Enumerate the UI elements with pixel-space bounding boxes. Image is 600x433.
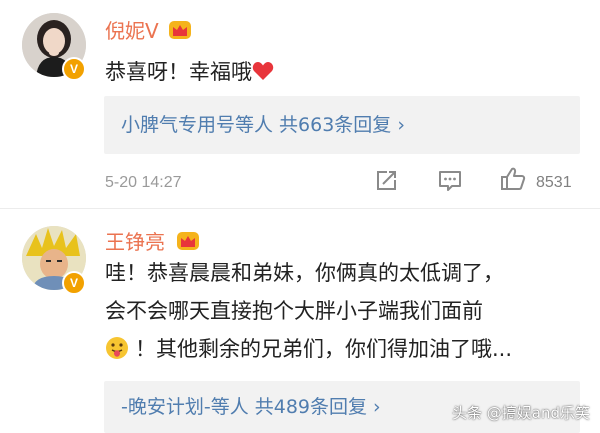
tongue-face-emoji-icon	[106, 337, 128, 359]
red-heart-emoji-icon	[252, 62, 274, 80]
reply-summary-link[interactable]: -晚安计划-等人 共489条回复 ›	[121, 395, 381, 419]
verified-v-badge-icon: V	[62, 57, 86, 81]
comment-thread: V 倪妮V 恭喜呀！幸福哦 小脾气专用号等人 共663条回复 › 5-20 14…	[0, 0, 600, 433]
crown-member-icon	[177, 232, 199, 250]
username[interactable]: 王铮亮	[105, 230, 165, 254]
verified-v-badge-icon: V	[62, 271, 86, 295]
comment-text: 恭喜呀！幸福哦	[105, 53, 274, 91]
watermark: 头条 @搞娱and乐笑	[452, 404, 590, 422]
divider	[0, 208, 600, 209]
repost-icon[interactable]	[373, 168, 399, 194]
like-thumb-icon[interactable]	[500, 166, 526, 192]
comment-timestamp: 5-20 14:27	[105, 174, 182, 191]
crown-member-icon	[169, 21, 191, 39]
comment-icon[interactable]	[437, 168, 463, 194]
like-count: 8531	[536, 174, 572, 191]
comment-text: 哇！恭喜晨晨和弟妹，你俩真的太低调了， 会不会哪天直接抱个大胖小子端我们面前 ！…	[105, 261, 513, 361]
username[interactable]: 倪妮V	[105, 19, 159, 43]
reply-summary-link[interactable]: 小脾气专用号等人 共663条回复 ›	[121, 113, 405, 137]
